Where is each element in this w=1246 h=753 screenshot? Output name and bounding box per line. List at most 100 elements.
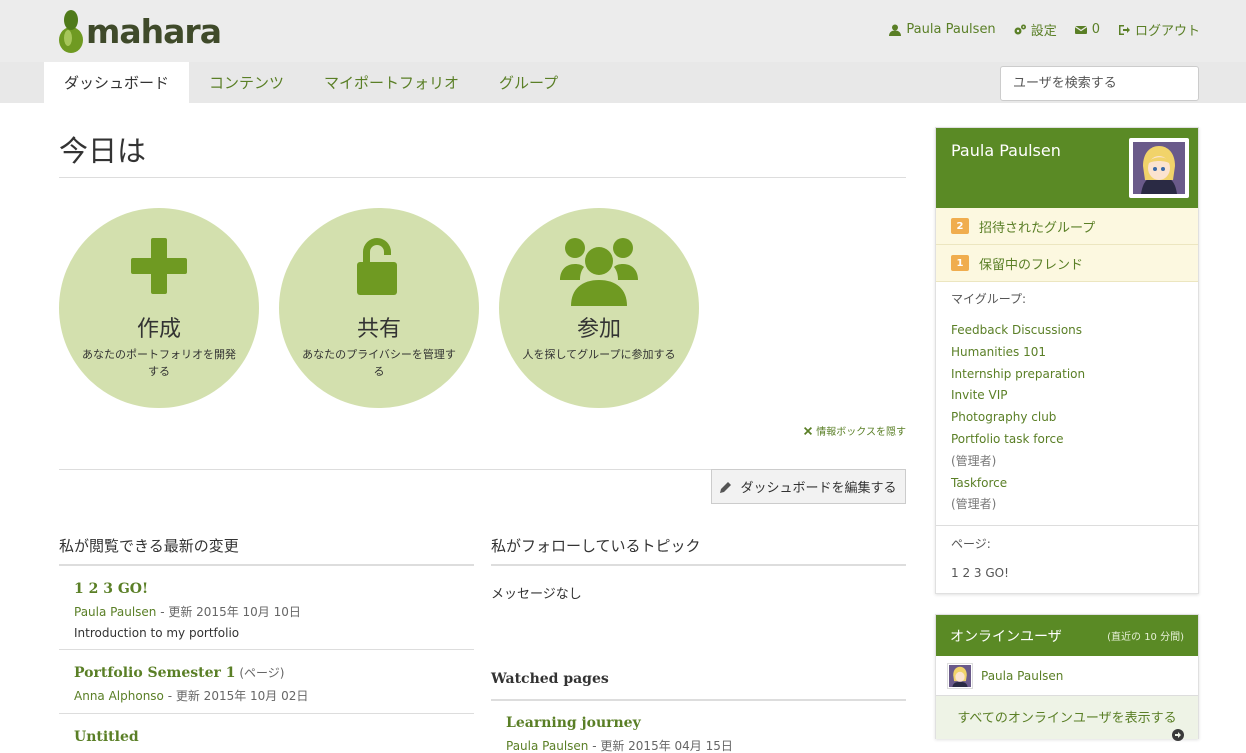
arrow-circle-right-icon (1172, 729, 1184, 741)
pending-friends-notice[interactable]: 1 保留中のフレンド (936, 245, 1198, 282)
tab-portfolio[interactable]: マイポートフォリオ (304, 62, 479, 103)
entry-author-link[interactable]: Paula Paulsen (74, 605, 156, 619)
pending-friends-label: 保留中のフレンド (979, 257, 1084, 273)
watched-pages-rule (491, 699, 906, 701)
profile-header: Paula Paulsen (936, 128, 1198, 208)
invited-groups-notice[interactable]: 2 招待されたグループ (936, 208, 1198, 245)
share-desc: あなたのプライバシーを管理する (302, 348, 456, 378)
entry-divider (59, 713, 474, 714)
edit-dashboard-label: ダッシュボードを編集する (740, 481, 897, 496)
online-user-row[interactable]: Paula Paulsen (936, 656, 1198, 695)
entry-author-link[interactable]: Anna Alphonso (74, 689, 164, 703)
profile-divider (936, 525, 1198, 526)
group-link[interactable]: Photography club (951, 407, 1181, 429)
pencil-icon (720, 481, 732, 493)
users-icon (499, 236, 699, 308)
group-link[interactable]: Taskforce (951, 473, 1181, 495)
entry-title-link[interactable]: 1 2 3 GO! (74, 581, 148, 597)
hide-info-label: 情報ボックスを隠す (816, 427, 906, 438)
online-users-header: オンラインユーザ (直近の 10 分間) (936, 615, 1198, 656)
share-title: 共有 (356, 317, 401, 342)
online-users-block: オンラインユーザ (直近の 10 分間) Paula Paulsen すべてのオ… (935, 614, 1199, 741)
list-item: Portfolio Semester 1 (ページ) Anna Alphonso… (59, 662, 474, 704)
group-link[interactable]: Internship preparation (951, 364, 1181, 386)
mahara-leaf-icon (59, 10, 83, 53)
show-all-online-link[interactable]: すべてのオンラインユーザを表示する (936, 695, 1198, 741)
settings-link[interactable]: 設定 (1014, 20, 1057, 39)
my-groups-label: マイグループ: (951, 292, 1027, 306)
title-divider (59, 177, 906, 178)
invited-count-badge: 2 (951, 218, 969, 234)
followed-topics-rule (491, 564, 906, 566)
latest-changes-heading: 私が閲覧できる最新の変更 (59, 537, 239, 555)
settings-label: 設定 (1030, 24, 1057, 39)
logout-link[interactable]: ログアウト (1118, 20, 1200, 39)
avatar[interactable] (1129, 138, 1189, 198)
user-nav: Paula Paulsen 設定 0 ログアウト (889, 20, 1200, 39)
messages-count: 0 (1091, 22, 1100, 37)
site-logo[interactable]: mahara (58, 6, 222, 56)
main-nav: ダッシュボード コンテンツ マイポートフォリオ グループ (44, 62, 578, 103)
profile-name[interactable]: Paula Paulsen (951, 141, 1061, 160)
entry-updated: - 更新 2015年 10月 02日 (163, 689, 309, 703)
page-title: 今日は (59, 134, 147, 168)
avatar (947, 662, 973, 689)
gears-icon (1014, 24, 1026, 34)
entry-divider (59, 649, 474, 650)
list-item: Learning journey Paula Paulsen - 更新 2015… (491, 712, 906, 753)
engage-circle[interactable]: 参加 人を探してグループに参加する (499, 208, 699, 408)
group-link[interactable]: Invite VIP (951, 385, 1181, 407)
engage-desc: 人を探してグループに参加する (522, 348, 676, 361)
no-messages-text: メッセージなし (491, 587, 582, 602)
page-link[interactable]: 1 2 3 GO! (951, 566, 1009, 580)
avatar-image (949, 664, 971, 687)
user-icon (889, 24, 902, 36)
group-role: (管理者) (951, 497, 997, 512)
user-profile-link[interactable]: Paula Paulsen (889, 20, 996, 39)
engage-title: 参加 (576, 317, 621, 342)
show-all-online-label: すべてのオンラインユーザを表示する (957, 711, 1177, 726)
plus-icon (59, 236, 259, 296)
watched-updated: - 更新 2015年 04月 15日 (588, 739, 733, 753)
entry-title-link[interactable]: Untitled (74, 729, 139, 745)
create-desc: あなたのポートフォリオを開発する (82, 348, 236, 378)
list-item: Untitled (59, 726, 474, 745)
entry-updated: - 更新 2015年 10月 10日 (156, 605, 301, 619)
site-header: mahara Paula Paulsen 設定 0 ログアウト ダッシュボード … (0, 0, 1246, 103)
watched-pages-heading: Watched pages (491, 671, 609, 687)
hide-info-link[interactable]: 情報ボックスを隠す (804, 423, 906, 438)
online-user-name: Paula Paulsen (981, 668, 1064, 683)
latest-changes-rule (59, 564, 474, 566)
watched-title-link[interactable]: Learning journey (506, 715, 641, 731)
create-title: 作成 (136, 317, 181, 342)
list-item: 1 2 3 GO! Paula Paulsen - 更新 2015年 10月 1… (59, 578, 474, 640)
logo-text: mahara (86, 11, 222, 51)
user-name-label: Paula Paulsen (906, 22, 996, 37)
invited-groups-label: 招待されたグループ (979, 220, 1096, 236)
messages-link[interactable]: 0 (1074, 20, 1100, 39)
logout-label: ログアウト (1134, 24, 1200, 39)
tab-content[interactable]: コンテンツ (189, 62, 304, 103)
online-users-title: オンラインユーザ (950, 628, 1062, 645)
create-circle[interactable]: 作成 あなたのポートフォリオを開発する (59, 208, 259, 408)
envelope-icon (1074, 25, 1087, 34)
online-users-subtitle: (直近の 10 分間) (1107, 632, 1184, 643)
group-link[interactable]: Portfolio task force (951, 429, 1181, 451)
tab-groups[interactable]: グループ (479, 62, 578, 103)
my-groups-list: Feedback Discussions Humanities 101 Inte… (951, 320, 1181, 516)
user-search-input[interactable] (1000, 66, 1199, 101)
entry-type: (ページ) (235, 666, 285, 680)
watched-author-link[interactable]: Paula Paulsen (506, 739, 588, 753)
group-link[interactable]: Humanities 101 (951, 342, 1181, 364)
tab-dashboard[interactable]: ダッシュボード (44, 62, 190, 103)
close-icon (804, 426, 813, 435)
entry-description: Introduction to my portfolio (74, 626, 240, 640)
group-link[interactable]: Feedback Discussions (951, 320, 1181, 342)
unlock-icon (279, 236, 479, 298)
group-role: (管理者) (951, 453, 997, 468)
entry-title-link[interactable]: Portfolio Semester 1 (74, 665, 236, 681)
edit-dashboard-button[interactable]: ダッシュボードを編集する (711, 469, 906, 504)
sign-out-icon (1118, 24, 1130, 35)
pages-label: ページ: (951, 537, 991, 551)
share-circle[interactable]: 共有 あなたのプライバシーを管理する (279, 208, 479, 408)
